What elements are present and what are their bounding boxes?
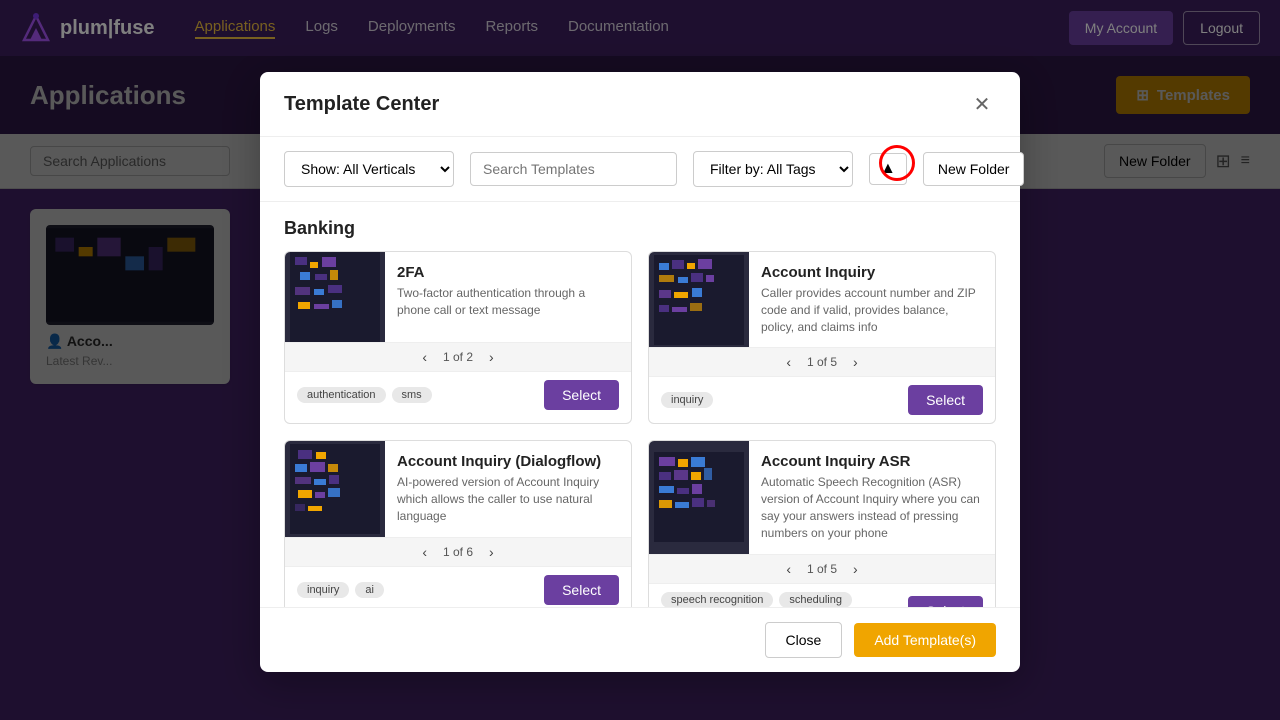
card-prev-dialogflow[interactable]: ‹	[416, 542, 433, 562]
card-image-2fa	[285, 252, 385, 342]
card-page-asr: 1 of 5	[807, 562, 837, 576]
card-prev-asr[interactable]: ‹	[780, 559, 797, 579]
card-nav-asr: ‹ 1 of 5 ›	[649, 554, 995, 584]
tag-authentication: authentication	[297, 387, 386, 403]
tag-inquiry-1: inquiry	[661, 392, 713, 408]
card-footer-dialogflow: inquiry ai Select	[285, 567, 631, 607]
card-desc-dialogflow: AI-powered version of Account Inquiry wh…	[397, 474, 619, 524]
card-image-dialogflow	[285, 441, 385, 536]
card-tags-2fa: authentication sms	[297, 387, 432, 403]
filter-tags-select[interactable]: Filter by: All Tags	[693, 151, 853, 187]
card-nav-account-inquiry: ‹ 1 of 5 ›	[649, 347, 995, 377]
select-button-2fa[interactable]: Select	[544, 380, 619, 410]
card-title-account-inquiry: Account Inquiry	[761, 264, 983, 281]
card-title-2fa: 2FA	[397, 264, 619, 281]
modal-body: Banking	[260, 202, 1020, 607]
modal-footer: Close Add Template(s)	[260, 607, 1020, 672]
card-nav-dialogflow: ‹ 1 of 6 ›	[285, 537, 631, 567]
scroll-up-button[interactable]: ▲	[869, 153, 907, 185]
card-content-account-inquiry: Account Inquiry Caller provides account …	[749, 252, 995, 347]
template-search-input[interactable]	[470, 152, 677, 186]
card-desc-2fa: Two-factor authentication through a phon…	[397, 285, 619, 319]
card-footer-2fa: authentication sms Select	[285, 372, 631, 418]
card-nav-2fa: ‹ 1 of 2 ›	[285, 342, 631, 372]
card-prev-account-inquiry[interactable]: ‹	[780, 352, 797, 372]
card-next-asr[interactable]: ›	[847, 559, 864, 579]
card-tags-account-inquiry: inquiry	[661, 392, 713, 408]
card-title-dialogflow: Account Inquiry (Dialogflow)	[397, 453, 619, 470]
card-content-dialogflow: Account Inquiry (Dialogflow) AI-powered …	[385, 441, 631, 536]
card-desc-account-inquiry: Caller provides account number and ZIP c…	[761, 285, 983, 335]
template-center-modal: Template Center ✕ Show: All Verticals Fi…	[260, 72, 1020, 672]
select-button-asr[interactable]: Select	[908, 596, 983, 607]
card-title-asr: Account Inquiry ASR	[761, 453, 983, 470]
modal-close-button[interactable]: ✕	[968, 90, 996, 118]
template-grid: 2FA Two-factor authentication through a …	[284, 251, 996, 607]
template-card-dialogflow: Account Inquiry (Dialogflow) AI-powered …	[284, 440, 632, 607]
select-button-account-inquiry[interactable]: Select	[908, 385, 983, 415]
select-button-dialogflow[interactable]: Select	[544, 575, 619, 605]
card-image-asr	[649, 441, 749, 553]
close-button[interactable]: Close	[765, 622, 843, 658]
card-tags-dialogflow: inquiry ai	[297, 582, 384, 598]
card-page-dialogflow: 1 of 6	[443, 545, 473, 559]
card-footer-account-inquiry: inquiry Select	[649, 377, 995, 423]
section-banking-title: Banking	[284, 202, 996, 251]
tag-ai: ai	[355, 582, 384, 598]
card-page-account-inquiry: 1 of 5	[807, 355, 837, 369]
tag-sms: sms	[392, 387, 432, 403]
template-card-2fa: 2FA Two-factor authentication through a …	[284, 251, 632, 424]
vertical-select[interactable]: Show: All Verticals	[284, 151, 454, 187]
modal-title: Template Center	[284, 93, 439, 116]
card-page-2fa: 1 of 2	[443, 350, 473, 364]
new-folder-button[interactable]: New Folder	[923, 152, 1025, 186]
card-next-account-inquiry[interactable]: ›	[847, 352, 864, 372]
card-image-account-inquiry	[649, 252, 749, 347]
tag-inquiry-2: inquiry	[297, 582, 349, 598]
modal-header: Template Center ✕	[260, 72, 1020, 137]
add-template-button[interactable]: Add Template(s)	[854, 623, 996, 657]
card-prev-2fa[interactable]: ‹	[416, 347, 433, 367]
card-next-dialogflow[interactable]: ›	[483, 542, 500, 562]
template-card-account-inquiry: Account Inquiry Caller provides account …	[648, 251, 996, 424]
tag-speech-recognition: speech recognition	[661, 592, 773, 607]
template-card-asr: Account Inquiry ASR Automatic Speech Rec…	[648, 440, 996, 607]
card-next-2fa[interactable]: ›	[483, 347, 500, 367]
card-content-asr: Account Inquiry ASR Automatic Speech Rec…	[749, 441, 995, 553]
card-desc-asr: Automatic Speech Recognition (ASR) versi…	[761, 474, 983, 541]
modal-toolbar: Show: All Verticals Filter by: All Tags …	[260, 137, 1020, 202]
tag-scheduling: scheduling	[779, 592, 852, 607]
card-footer-asr: speech recognition scheduling inquiry Se…	[649, 584, 995, 607]
card-content-2fa: 2FA Two-factor authentication through a …	[385, 252, 631, 342]
card-tags-asr: speech recognition scheduling inquiry	[661, 592, 908, 607]
